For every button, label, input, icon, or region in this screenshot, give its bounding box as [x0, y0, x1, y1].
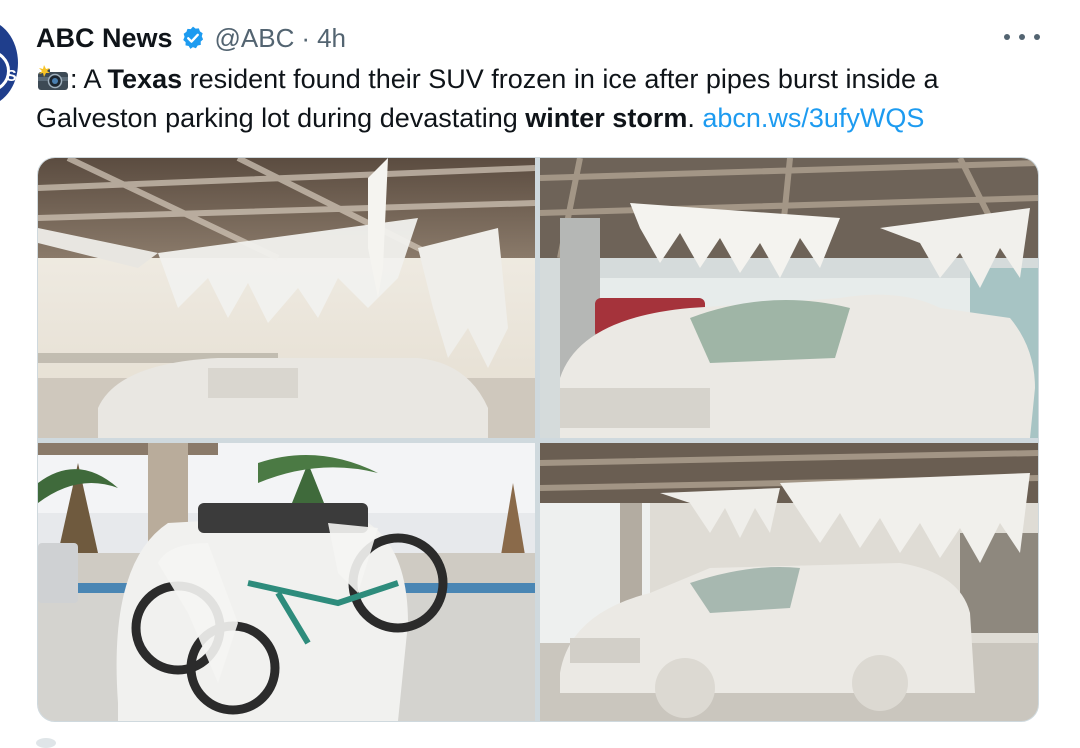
- frozen-bicycle-rack-icon: [38, 443, 535, 721]
- media-grid: [37, 157, 1039, 722]
- more-options-button[interactable]: [1004, 24, 1040, 50]
- ice-encased-suv-side-icon: [540, 443, 1038, 721]
- camera-with-flash-icon: [38, 65, 68, 90]
- media-photo-4[interactable]: [540, 443, 1038, 721]
- tweet-text-bold-storm: winter storm: [525, 103, 688, 133]
- tweet-text-bold-texas: Texas: [107, 64, 183, 94]
- author-name[interactable]: ABC News: [36, 23, 173, 54]
- tweet-text: : A Texas resident found their SUV froze…: [36, 60, 1056, 138]
- more-dot-icon: [1034, 34, 1040, 40]
- tweet-text-period: .: [687, 103, 703, 133]
- media-photo-2[interactable]: [540, 158, 1038, 438]
- tweet-timestamp[interactable]: 4h: [317, 23, 346, 54]
- more-dot-icon: [1019, 34, 1025, 40]
- avatar[interactable]: S: [0, 20, 18, 106]
- more-dot-icon: [1004, 34, 1010, 40]
- tweet-link[interactable]: abcn.ws/3ufyWQS: [702, 103, 924, 133]
- media-photo-1[interactable]: [38, 158, 535, 438]
- avatar-logo-letter: S: [6, 68, 17, 85]
- verified-badge-icon: [182, 26, 203, 49]
- media-photo-3[interactable]: [38, 443, 535, 721]
- author-handle[interactable]: @ABC: [215, 23, 295, 54]
- tweet-header: ABC News @ABC · 4h: [36, 20, 346, 56]
- frozen-suv-front-icon: [540, 158, 1038, 438]
- tweet-text-intro: : A: [70, 64, 108, 94]
- next-tweet-avatar-edge: [36, 738, 56, 748]
- frozen-suv-garage-icon: [38, 158, 535, 438]
- separator-dot: ·: [301, 22, 311, 53]
